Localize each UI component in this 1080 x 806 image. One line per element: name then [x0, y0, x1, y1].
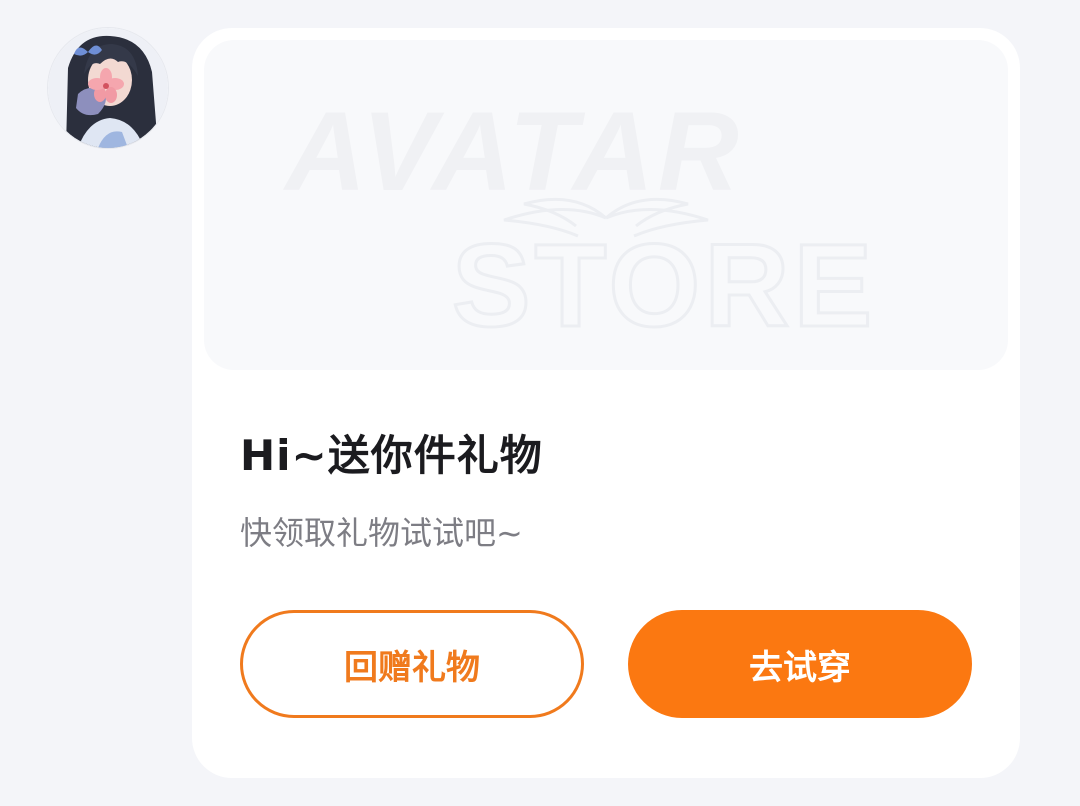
return-gift-button[interactable]: 回赠礼物 [240, 610, 584, 718]
avatar-store-banner: AVATAR STORE [204, 40, 1008, 370]
sender-avatar[interactable] [48, 28, 168, 148]
gift-title: Hi~送你件礼物 [240, 431, 543, 480]
avatar-store-logo: AVATAR STORE [282, 89, 876, 354]
try-on-button[interactable]: 去试穿 [628, 610, 972, 718]
avatar-anime-girl-icon [48, 28, 168, 148]
banner-logo-line1: AVATAR [282, 89, 742, 214]
banner-logo-line2: STORE [452, 220, 876, 352]
gift-card: AVATAR STORE Hi~送你件礼物 快领取礼物试试吧~ 回赠礼物 去试穿 [192, 28, 1020, 778]
gift-subtitle: 快领取礼物试试吧~ [240, 514, 523, 552]
chat-screen: AVATAR STORE Hi~送你件礼物 快领取礼物试试吧~ 回赠礼物 去试穿 [0, 0, 1080, 806]
